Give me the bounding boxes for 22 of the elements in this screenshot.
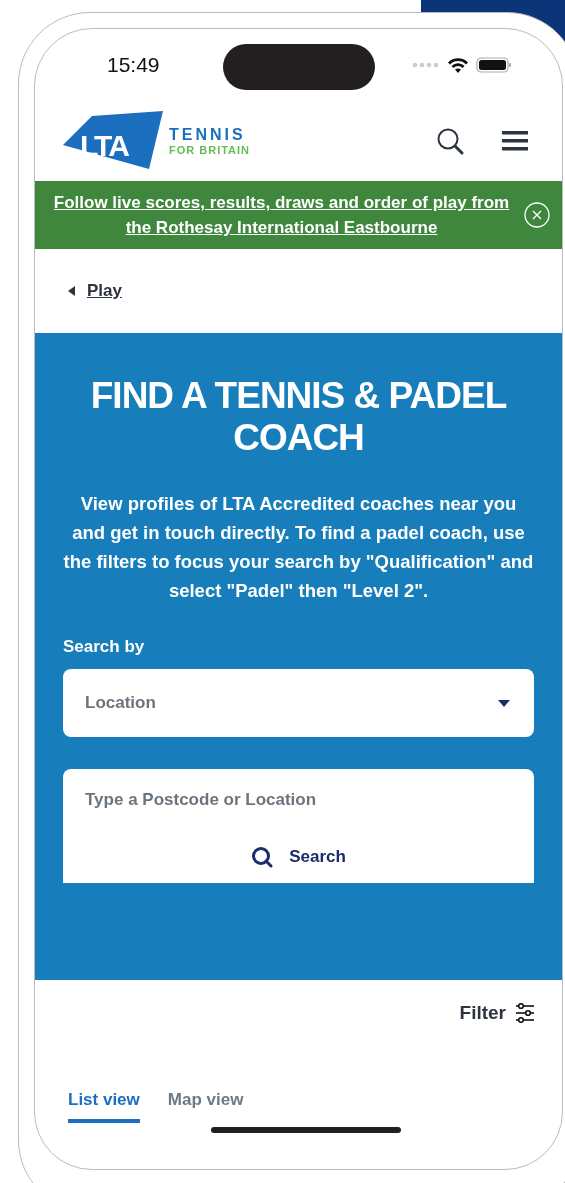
page-title: FIND A TENNIS & PADEL COACH [89, 375, 508, 459]
logo-wordmark[interactable]: TENNIS [169, 126, 251, 143]
menu-icon[interactable] [502, 130, 528, 152]
status-time: 15:49 [107, 53, 161, 77]
search-type-dropdown[interactable]: Location [63, 669, 534, 737]
filter-button[interactable]: Filter [459, 1002, 534, 1024]
wifi-icon [446, 56, 470, 74]
search-icon [251, 846, 274, 868]
view-tab[interactable]: List view [68, 1090, 140, 1123]
search-button[interactable]: Search [63, 831, 534, 883]
page-description: View profiles of LTA Accredited coaches near you and get in touch directly. To find a padel coach, use the filters to focus your search by "Qualification" and select "Padel" then "Level 2". [63, 492, 534, 603]
search-icon[interactable] [436, 127, 464, 155]
search-by-label: Search by [63, 637, 146, 657]
caret-icon [498, 699, 510, 707]
sliders-icon [516, 1003, 534, 1023]
location-input[interactable]: Type a Postcode or Location [63, 769, 534, 831]
signal-icon [412, 62, 440, 68]
battery-icon [476, 56, 512, 74]
back-link[interactable]: Play [87, 281, 122, 301]
back-caret-icon [68, 286, 75, 296]
view-tab[interactable]: Map view [167, 1090, 244, 1123]
close-icon[interactable] [524, 202, 550, 228]
